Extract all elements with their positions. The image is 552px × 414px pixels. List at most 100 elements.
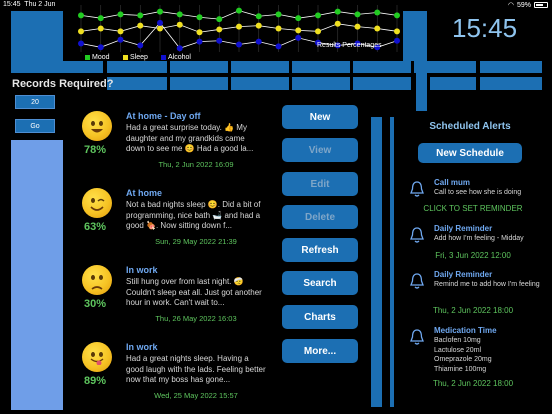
point-sleep (137, 22, 144, 29)
more-button[interactable]: More... (282, 339, 358, 363)
point-sleep (78, 28, 84, 35)
records-required-label: Records Required? (12, 78, 114, 90)
point-mood (137, 12, 144, 19)
bell-icon (410, 181, 424, 197)
point-mood (236, 7, 242, 14)
set-reminder-link[interactable]: CLICK TO SET REMINDER (403, 204, 543, 213)
record-item[interactable]: 63% At home Not a bad nights sleep 😊. Di… (75, 185, 275, 251)
alert-body: Baclofen 10mg Lactulose 20ml Omeprazole … (434, 337, 492, 373)
point-sleep (354, 23, 361, 30)
alert-date: Thu, 2 Jun 2022 18:00 (432, 379, 514, 388)
legend-sleep-swatch (123, 55, 128, 60)
legend-sleep-label: Sleep (130, 54, 148, 61)
record-date: Thu, 26 May 2022 16:03 (155, 314, 237, 323)
top-strip-8 (480, 61, 542, 73)
record-date: Wed, 25 May 2022 15:57 (154, 391, 238, 400)
status-right: ◠ 59% (508, 1, 548, 9)
point-alcohol (176, 45, 183, 52)
record-title: At home - Day off (126, 111, 201, 121)
chart-caption: Results Percentages (317, 42, 382, 49)
search-button[interactable]: Search (282, 271, 358, 295)
top-strip-4 (231, 61, 289, 73)
point-sleep (334, 20, 341, 27)
row-strip-4 (292, 77, 350, 90)
point-sleep (157, 25, 163, 32)
point-mood (374, 9, 381, 16)
bell-icon (410, 329, 424, 345)
point-sleep (275, 25, 282, 32)
point-mood (334, 8, 341, 15)
record-percent: 30% (83, 298, 107, 310)
alert-title: Call mum (434, 178, 471, 187)
results-chart-svg (78, 5, 400, 52)
point-alcohol (157, 19, 163, 26)
alert-body: Remind me to add how I'm feeling (434, 281, 540, 288)
point-mood (295, 15, 302, 22)
record-date: Sun, 29 May 2022 21:39 (155, 237, 237, 246)
record-date: Thu, 2 Jun 2022 16:09 (158, 160, 234, 169)
delete-button[interactable]: Delete (282, 205, 358, 229)
point-alcohol (236, 41, 242, 48)
top-strip-5 (292, 61, 350, 73)
point-sleep (394, 28, 400, 35)
row-strip-3 (231, 77, 289, 90)
point-alcohol (196, 38, 203, 45)
edit-button[interactable]: Edit (282, 172, 358, 196)
record-text: Had a great surprise today. 👍 My daughte… (126, 123, 254, 153)
record-title: In work (126, 342, 158, 352)
point-alcohol (97, 44, 104, 51)
point-sleep (236, 23, 242, 30)
point-sleep (374, 25, 381, 32)
point-mood (117, 11, 124, 18)
top-strip-7 (414, 61, 476, 73)
top-right-block (403, 11, 416, 61)
point-mood (78, 12, 84, 19)
point-mood (394, 12, 400, 19)
legend-mood: Mood (85, 54, 110, 61)
record-item[interactable]: 89% In work Had a great nights sleep. Ha… (75, 339, 275, 405)
alert-title: Daily Reminder (434, 270, 493, 279)
wifi-icon: ◠ (507, 2, 514, 9)
record-item[interactable]: 30% In work Still hung over from last ni… (75, 262, 275, 328)
refresh-button[interactable]: Refresh (282, 238, 358, 262)
clock: 15:45 (452, 13, 518, 43)
record-title: In work (126, 265, 158, 275)
alert-body: Call to see how she is doing (434, 189, 522, 196)
record-item[interactable]: 78% At home - Day off Had a great surpri… (75, 108, 275, 174)
records-count-field[interactable]: 20 (15, 95, 55, 109)
point-sleep (216, 26, 223, 33)
point-alcohol (78, 40, 84, 47)
view-button[interactable]: View (282, 138, 358, 162)
row-strip-1 (107, 77, 167, 90)
point-alcohol (117, 36, 124, 43)
left-column-bar (11, 140, 63, 410)
point-alcohol (394, 37, 400, 44)
point-sleep (176, 21, 183, 28)
happy-face-icon (82, 111, 112, 141)
point-sleep (295, 27, 302, 34)
point-mood (216, 16, 223, 23)
record-title: At home (126, 188, 162, 198)
row-strip-5 (353, 77, 411, 90)
point-mood (157, 8, 163, 15)
point-mood (176, 11, 183, 18)
new-button[interactable]: New (282, 105, 358, 129)
point-alcohol (255, 38, 262, 45)
point-alcohol (295, 34, 302, 41)
record-text: Had a great nights sleep. Having a good … (126, 354, 266, 384)
record-percent: 78% (83, 144, 107, 156)
charts-button[interactable]: Charts (282, 305, 358, 329)
point-alcohol (137, 42, 144, 49)
alert-body: Add how I'm feeling - Midday (434, 235, 524, 242)
legend-sleep: Sleep (123, 54, 148, 61)
battery-percent: 59% (516, 1, 531, 9)
legend-mood-swatch (85, 55, 90, 60)
top-strip-3 (170, 61, 228, 73)
sad-face-icon (82, 265, 112, 295)
new-schedule-button[interactable]: New Schedule (418, 143, 522, 163)
record-percent: 63% (83, 221, 107, 233)
go-button[interactable]: Go (15, 119, 55, 133)
legend-mood-label: Mood (92, 54, 110, 61)
bell-icon (410, 227, 424, 243)
point-alcohol (216, 37, 223, 44)
